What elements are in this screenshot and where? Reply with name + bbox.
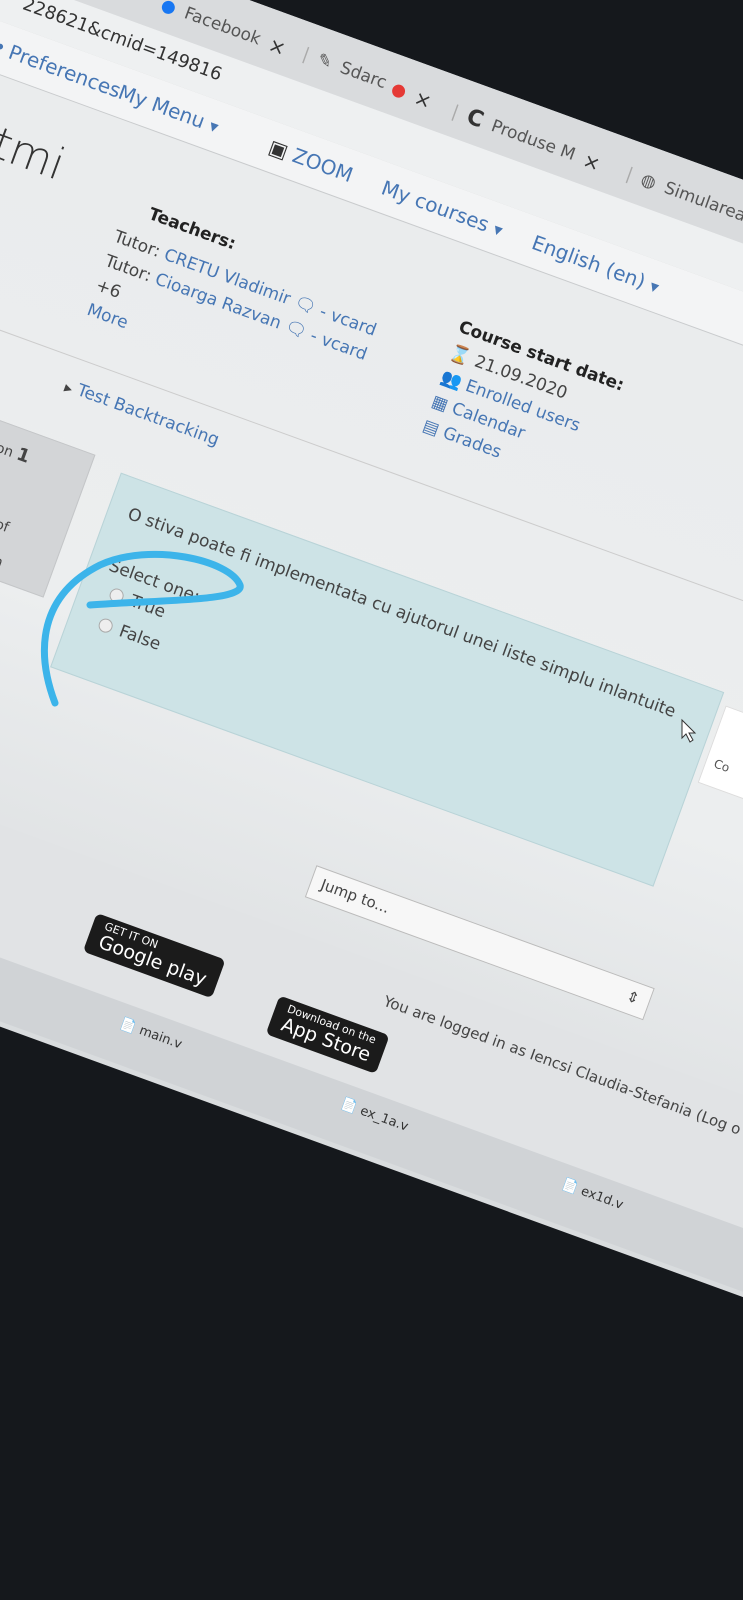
hand-drawn-annotation bbox=[41, 550, 244, 707]
annotation-layer bbox=[41, 550, 697, 743]
mouse-cursor-icon bbox=[681, 718, 697, 743]
